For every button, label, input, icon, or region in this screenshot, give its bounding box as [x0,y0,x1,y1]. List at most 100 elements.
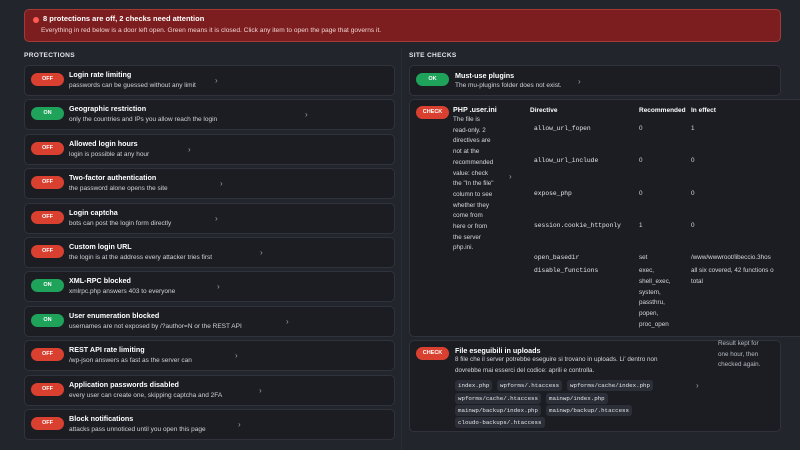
column-divider [401,48,402,450]
protection-title: XML-RPC blocked [69,276,131,286]
check-card-uploads[interactable]: CHECK File eseguibili in uploads 8 file … [409,340,781,432]
directive-recommended-line: popen, [639,310,659,318]
protection-card-xml-rpc-blocked[interactable]: ON XML-RPC blocked xmlrpc.php answers 403 … [24,271,395,303]
chevron-right-icon: › [260,248,263,257]
check-desc: The mu-plugins folder does not exist. [455,82,562,89]
chevron-right-icon: › [238,420,241,429]
protection-card-geographic-restriction[interactable]: ON Geographic restriction only the countri… [24,99,395,131]
status-badge: OFF [31,348,64,362]
directive-in-effect: 0 [691,157,695,164]
protection-desc: login is possible at any hour [69,150,150,158]
protection-card-custom-login-url[interactable]: OFF Custom login URL the login is at the a… [24,237,395,268]
column-header-directive: Directive [530,107,558,114]
status-badge: OK [416,73,449,86]
check-desc-line: recommended [453,158,494,166]
chevron-right-icon: › [235,351,238,361]
site-checks-heading: SITE CHECKS [409,52,457,59]
protection-title: Allowed login hours [69,138,138,148]
directive-in-effect-line: total [691,277,703,285]
status-badge: OFF [31,210,64,224]
check-desc-line: come from [453,212,483,220]
protection-desc: bots can post the login form directly [69,219,172,227]
protection-desc: only the countries and IPs you allow rea… [69,116,218,124]
directive-recommended-line: shell_exec, [639,277,671,285]
protection-title: Custom login URL [69,242,132,251]
protection-desc: usernames are not exposed by /?author=N … [69,322,242,330]
directive-recommended: set [639,254,648,261]
status-badge: CHECK [416,347,449,360]
protection-card-allowed-login-hours[interactable]: OFF Allowed login hours login is possible … [24,133,395,165]
chevron-right-icon: › [217,282,220,292]
protection-desc: passwords can be guessed without any lim… [69,82,196,89]
protection-title: REST API rate limiting [69,345,145,355]
directive-in-effect: 0 [691,222,695,229]
status-badge: OFF [31,382,64,396]
check-desc-line: the "In the file" [453,180,494,188]
directive-name: allow_url_include [534,157,599,164]
file-chip[interactable]: index.php [455,380,493,391]
check-desc-line: read-only. 2 [453,126,486,134]
cache-note-line: Result kept for [718,340,759,347]
check-desc-line: value: check [453,169,489,177]
status-badge: OFF [31,141,64,155]
file-chip[interactable]: mainwp/index.php [546,393,608,404]
protection-card-user-enumeration-blocked[interactable]: ON User enumeration blocked usernames are … [24,305,395,337]
status-badge: ON [31,313,64,327]
check-desc-line: dovrebbe mai esserci del codice: aprili … [455,367,595,374]
directive-name: session.cookie_httponly [534,222,621,229]
directive-in-effect: /www/wwwroot/libeccio.3hos [691,254,771,261]
status-badge: OFF [31,245,64,258]
check-title: Must-use plugins [455,71,515,80]
chevron-right-icon: › [286,316,289,326]
check-desc-line: column to see [453,190,493,198]
protection-desc: the login is at the address every attack… [69,254,213,261]
file-chip[interactable]: wpforms/.htaccess [497,380,563,391]
check-card-user-ini[interactable]: CHECK PHP .user.ini The file is read-only… [409,99,800,337]
protection-card-login-captcha[interactable]: OFF Login captcha bots can post the login … [24,202,395,234]
directive-in-effect: 0 [691,190,695,197]
chevron-right-icon: › [188,144,191,154]
file-chip[interactable]: wpforms/cache/.htaccess [455,393,542,404]
check-desc-line: php.ini. [453,244,474,252]
check-desc-line: The file is [453,116,480,123]
file-chip[interactable]: mainwp/backup/index.php [455,405,542,416]
chevron-right-icon: › [259,385,262,395]
directive-in-effect-line: all six covered, 42 functions o [691,267,774,274]
protection-desc: the password alone opens the site [69,185,168,193]
chevron-right-icon: › [696,381,699,390]
protection-title: Login rate limiting [69,70,132,79]
column-header-recommended: Recommended [639,107,686,114]
check-desc-line: here or from [453,223,488,230]
directive-recommended-line: system, [639,288,661,296]
protection-desc: attacks pass unnoticed until you open th… [69,426,206,433]
status-badge: OFF [31,73,64,86]
cache-note-line: checked again. [718,361,761,368]
protection-title: Two-factor authentication [69,173,157,183]
status-badge: OFF [31,176,64,190]
protection-card-rest-api-rate-limiting[interactable]: OFF REST API rate limiting/wp-json answer… [24,340,395,372]
chevron-right-icon: › [215,213,218,223]
check-desc-line: 8 file che il server potrebbe eseguire s… [455,356,658,363]
protection-card-application-passwords-disabled[interactable]: OFF Application passwords disabled every u… [24,374,395,406]
check-card-mu-plugins[interactable]: OK Must-use plugins The mu-plugins folde… [409,65,781,96]
directive-name: open_basedir [534,254,580,261]
file-chip[interactable]: wpforms/cache/index.php [567,380,654,391]
protection-title: Block notifications [69,414,134,423]
status-badge: ON [31,107,64,121]
chevron-right-icon: › [578,77,581,86]
file-chip[interactable]: mainwp/backup/.htaccess [546,405,633,416]
protection-card-two-factor-authentication[interactable]: OFF Two-factor authentication the password… [24,168,395,200]
check-desc-line: whether they [453,201,490,209]
protection-desc: /wp-json answers as fast as the server c… [69,357,192,365]
chevron-right-icon: › [509,172,512,181]
column-header-in-effect: In effect [691,107,716,114]
protection-card-block-notifications[interactable]: OFF Block notifications attacks pass unnot… [24,409,395,440]
protection-desc: xmlrpc.php answers 403 to everyone [69,288,176,296]
directive-name: expose_php [534,190,572,197]
protection-card-login-rate-limiting[interactable]: OFF Login rate limiting passwords can be g… [24,65,395,96]
alert-banner-title: 8 protections are off, 2 checks need att… [43,14,205,23]
protection-title: Application passwords disabled [69,379,179,389]
protection-title: Login captcha [69,207,118,217]
file-chip[interactable]: cloudo-backups/.htaccess [455,417,545,428]
protection-desc: every user can create one, skipping capt… [69,391,223,399]
